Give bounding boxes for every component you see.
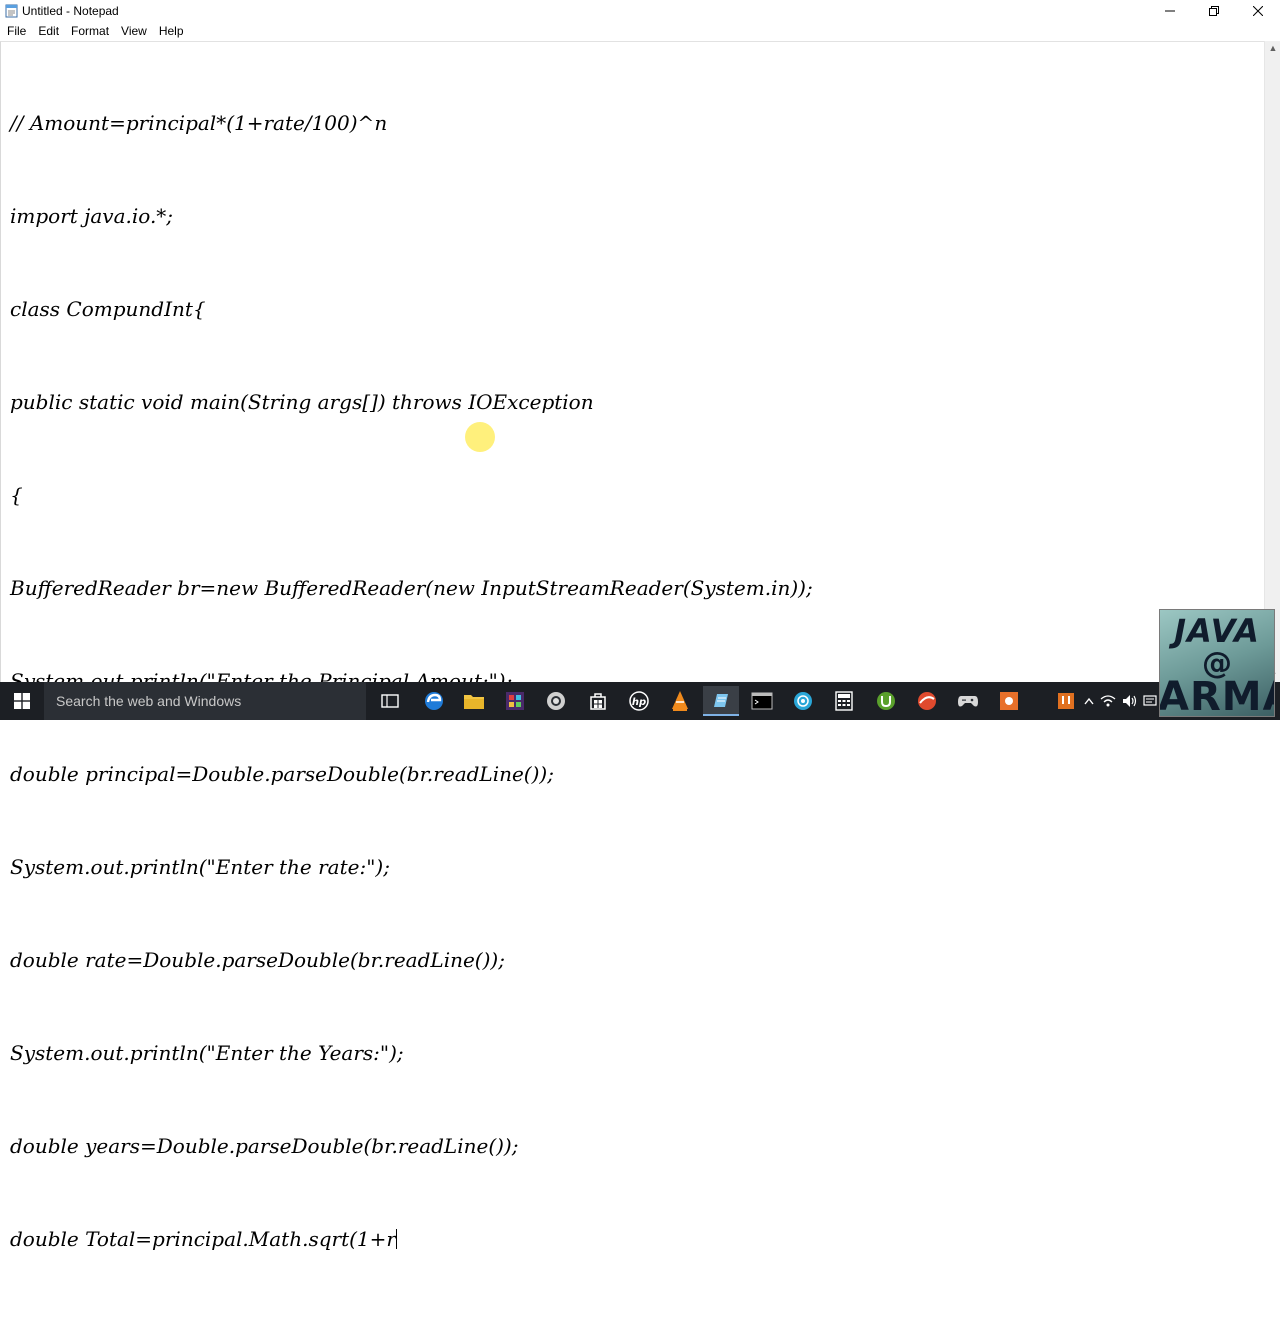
svg-text:hp: hp xyxy=(632,697,646,708)
code-line: BufferedReader br=new BufferedReader(new… xyxy=(10,576,813,600)
volume-icon[interactable] xyxy=(1120,682,1140,720)
minimize-icon xyxy=(1165,10,1175,12)
cmd-icon[interactable] xyxy=(744,686,780,716)
game-icon[interactable] xyxy=(950,686,986,716)
title-bar: Untitled - Notepad xyxy=(0,0,1280,22)
text-editor[interactable]: // Amount=principal*(1+rate/100)^n impor… xyxy=(0,41,1264,1251)
code-line: public static void main(String args[]) t… xyxy=(10,390,594,414)
hp-icon[interactable]: hp xyxy=(621,686,657,716)
calculator-icon[interactable] xyxy=(826,686,862,716)
code-line: // Amount=principal*(1+rate/100)^n xyxy=(10,111,388,135)
app-orange-icon[interactable] xyxy=(991,686,1027,716)
current-line-text: double Total=principal.Math.sqrt(1+r xyxy=(10,1227,396,1251)
channel-logo: JAVA @ ARMA xyxy=(1159,609,1275,717)
menu-bar: File Edit Format View Help xyxy=(0,22,1280,40)
taskbar: Search the web and Windows hp xyxy=(0,682,1280,720)
restore-icon xyxy=(1209,6,1219,16)
search-placeholder: Search the web and Windows xyxy=(56,693,242,709)
vlc-icon[interactable] xyxy=(662,686,698,716)
close-button[interactable] xyxy=(1236,0,1280,22)
task-view-icon[interactable] xyxy=(372,686,408,716)
network-tray-icon[interactable] xyxy=(1098,682,1118,720)
menu-view[interactable]: View xyxy=(115,22,153,40)
mouse-cursor-highlight xyxy=(465,422,495,452)
code-line: double years=Double.parseDouble(br.readL… xyxy=(10,1134,519,1158)
logo-text-java: JAVA xyxy=(1174,612,1260,650)
file-explorer-icon[interactable] xyxy=(456,686,492,716)
close-icon xyxy=(1253,6,1263,16)
chrome-icon[interactable] xyxy=(538,686,574,716)
menu-file[interactable]: File xyxy=(0,22,32,40)
show-hidden-icon[interactable] xyxy=(1080,682,1098,720)
start-button[interactable] xyxy=(0,682,44,720)
code-line: double rate=Double.parseDouble(br.readLi… xyxy=(10,948,505,972)
utorrent-icon[interactable] xyxy=(868,686,904,716)
edge-icon[interactable] xyxy=(416,686,452,716)
menu-edit[interactable]: Edit xyxy=(32,22,65,40)
code-line: import java.io.*; xyxy=(10,204,174,228)
browser-icon[interactable] xyxy=(909,686,945,716)
menu-format[interactable]: Format xyxy=(65,22,115,40)
minimize-button[interactable] xyxy=(1148,0,1192,22)
network-icon[interactable] xyxy=(785,686,821,716)
text-caret xyxy=(395,1229,397,1249)
code-line: class CompundInt{ xyxy=(10,297,206,321)
app-icon[interactable] xyxy=(497,686,533,716)
window-title: Untitled - Notepad xyxy=(22,4,119,18)
tray-app-icon[interactable] xyxy=(1054,682,1078,720)
logo-text-arma: ARMA xyxy=(1159,674,1274,717)
notepad-icon[interactable] xyxy=(703,686,739,716)
scroll-up-arrow-icon[interactable]: ▲ xyxy=(1268,43,1278,53)
windows-logo-icon xyxy=(14,693,30,709)
code-line: System.out.println("Enter the Years:"); xyxy=(10,1041,404,1065)
search-input[interactable]: Search the web and Windows xyxy=(44,682,366,720)
code-line: System.out.println("Enter the rate:"); xyxy=(10,855,390,879)
menu-help[interactable]: Help xyxy=(153,22,190,40)
notepad-app-icon xyxy=(5,4,18,18)
store-icon[interactable] xyxy=(580,686,616,716)
restore-button[interactable] xyxy=(1192,0,1236,22)
code-line-current: double Total=principal.Math.sqrt(1+r xyxy=(10,1224,813,1255)
message-icon[interactable] xyxy=(1142,682,1158,720)
code-line: double principal=Double.parseDouble(br.r… xyxy=(10,762,554,786)
code-line: { xyxy=(10,483,23,507)
vertical-scrollbar[interactable]: ▲ ▼ xyxy=(1264,41,1280,682)
